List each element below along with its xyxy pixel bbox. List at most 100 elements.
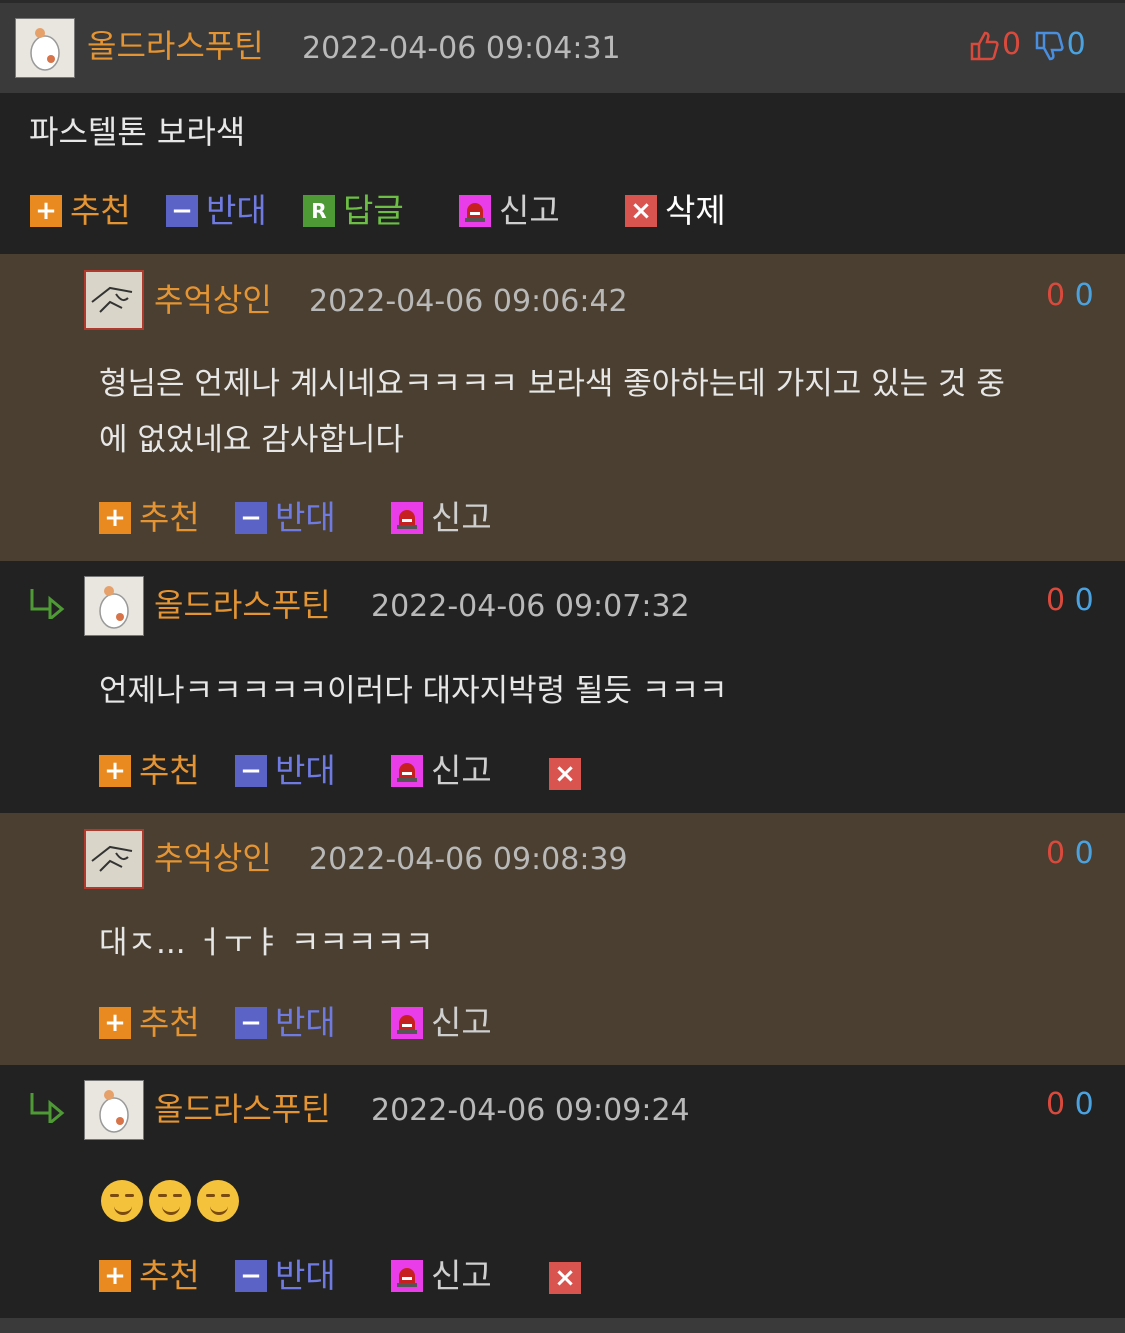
oppose-label: 반대 [275, 1003, 336, 1042]
upvote-count: 0 [1046, 583, 1066, 618]
thumbs-down-icon[interactable] [1033, 29, 1067, 63]
siren-icon [391, 1260, 423, 1292]
vote-counts: 0 0 [1046, 581, 1094, 621]
username[interactable]: 올드라스푸틴 [87, 26, 264, 66]
upvote-count: 0 [1002, 27, 1022, 62]
siren-icon [391, 1007, 423, 1039]
upvote-count: 0 [1046, 278, 1066, 313]
plus-icon: + [99, 502, 131, 534]
oppose-button[interactable]: − 반대 [235, 751, 336, 791]
reply-icon: R [303, 195, 335, 227]
username[interactable]: 추억상인 [154, 838, 272, 878]
avatar[interactable] [15, 18, 75, 78]
reply-arrow-icon [30, 1093, 65, 1123]
plus-icon: + [99, 1260, 131, 1292]
username[interactable]: 추억상인 [154, 280, 272, 320]
oppose-button[interactable]: − 반대 [235, 498, 336, 538]
sketch-avatar-icon [91, 286, 133, 313]
report-label: 신고 [431, 1256, 492, 1295]
siren-icon [391, 502, 423, 534]
report-button[interactable]: 신고 [459, 191, 560, 231]
vote-counts: 0 0 [1046, 834, 1094, 874]
minus-icon: − [235, 755, 267, 787]
delete-button[interactable]: × 삭제 [625, 191, 726, 231]
smirk-emoji-icon [197, 1179, 239, 1222]
reply-label: 답글 [343, 191, 404, 230]
upvote-count: 0 [1046, 1087, 1066, 1122]
report-button[interactable]: 신고 [391, 498, 492, 538]
avatar[interactable] [84, 1080, 144, 1140]
thumbs-up-icon[interactable] [968, 29, 1002, 63]
oppose-label: 반대 [275, 498, 336, 537]
recommend-label: 추천 [139, 751, 200, 790]
vote-counts: 0 0 [1046, 1085, 1094, 1125]
reply-button[interactable]: R 답글 [303, 191, 404, 231]
minus-icon: − [166, 195, 198, 227]
siren-icon [459, 195, 491, 227]
reply-arrow-icon [30, 589, 65, 619]
close-icon: × [549, 758, 581, 790]
recommend-button[interactable]: + 추천 [99, 751, 200, 791]
siren-icon [391, 755, 423, 787]
username[interactable]: 올드라스푸틴 [154, 585, 331, 625]
downvote-count: 0 [1074, 836, 1094, 871]
avatar[interactable] [84, 829, 144, 889]
hamster-avatar-icon [30, 28, 60, 71]
downvote-count: 0 [1074, 583, 1094, 618]
username[interactable]: 올드라스푸틴 [154, 1089, 331, 1129]
recommend-button[interactable]: + 추천 [30, 191, 131, 231]
reply-comment: 추억상인 2022-04-06 09:06:42 0 0 형님은 언제나 계시네… [0, 254, 1125, 561]
recommend-button[interactable]: + 추천 [99, 498, 200, 538]
timestamp: 2022-04-06 09:08:39 [309, 842, 628, 877]
delete-button[interactable]: × [549, 1262, 589, 1294]
reply-comment: 올드라스푸틴 2022-04-06 09:07:32 0 0 언제나ㅋㅋㅋㅋㅋ이… [0, 561, 1125, 813]
minus-icon: − [235, 502, 267, 534]
plus-icon: + [30, 195, 62, 227]
oppose-label: 반대 [275, 751, 336, 790]
avatar[interactable] [84, 576, 144, 636]
recommend-label: 추천 [139, 498, 200, 537]
vote-counts: 0 0 [968, 25, 1086, 65]
oppose-button[interactable]: − 반대 [166, 191, 267, 231]
downvote-count: 0 [1074, 1087, 1094, 1122]
report-label: 신고 [431, 751, 492, 790]
bottom-divider [0, 1318, 1125, 1333]
recommend-label: 추천 [70, 191, 131, 230]
root-comment-body: 파스텔톤 보라색 + 추천 − 반대 R 답글 신고 × 삭제 [0, 93, 1125, 254]
report-label: 신고 [499, 191, 560, 230]
timestamp: 2022-04-06 09:06:42 [309, 284, 628, 319]
timestamp: 2022-04-06 09:07:32 [371, 589, 690, 624]
minus-icon: − [235, 1007, 267, 1039]
hamster-avatar-icon [99, 586, 129, 629]
report-button[interactable]: 신고 [391, 751, 492, 791]
comment-text-line: 형님은 언제나 계시네요ㅋㅋㅋㅋ 보라색 좋아하는데 가지고 있는 것 중 [99, 366, 1005, 402]
report-label: 신고 [431, 1003, 492, 1042]
plus-icon: + [99, 1007, 131, 1039]
recommend-label: 추천 [139, 1256, 200, 1295]
comment-text: 대ㅈ... ㅓㅜㅑ ㅋㅋㅋㅋㅋ [99, 925, 434, 961]
reply-comment: 올드라스푸틴 2022-04-06 09:09:24 0 0 😏😏😏 +추천 −… [0, 1065, 1125, 1318]
recommend-button[interactable]: + 추천 [99, 1256, 200, 1296]
report-button[interactable]: 신고 [391, 1256, 492, 1296]
oppose-button[interactable]: − 반대 [235, 1256, 336, 1296]
downvote-count: 0 [1066, 27, 1086, 62]
recommend-button[interactable]: + 추천 [99, 1003, 200, 1043]
delete-label: 삭제 [665, 191, 726, 230]
comment-text: 😏😏😏 [101, 1172, 245, 1226]
oppose-button[interactable]: − 반대 [235, 1003, 336, 1043]
smirk-emoji-icon [101, 1179, 143, 1222]
oppose-label: 반대 [206, 191, 267, 230]
reply-comment: 추억상인 2022-04-06 09:08:39 0 0 대ㅈ... ㅓㅜㅑ ㅋ… [0, 813, 1125, 1065]
sketch-avatar-icon [91, 845, 133, 872]
comment-text: 언제나ㅋㅋㅋㅋㅋ이러다 대자지박령 될듯 ㅋㅋㅋ [99, 673, 728, 709]
minus-icon: − [235, 1260, 267, 1292]
timestamp: 2022-04-06 09:09:24 [371, 1093, 690, 1128]
avatar[interactable] [84, 270, 144, 330]
root-comment-header: 올드라스푸틴 2022-04-06 09:04:31 0 0 [0, 0, 1125, 93]
smirk-emoji-icon [149, 1179, 191, 1222]
timestamp: 2022-04-06 09:04:31 [302, 31, 621, 66]
hamster-avatar-icon [99, 1090, 129, 1133]
delete-button[interactable]: × [549, 758, 589, 790]
downvote-count: 0 [1074, 278, 1094, 313]
report-button[interactable]: 신고 [391, 1003, 492, 1043]
